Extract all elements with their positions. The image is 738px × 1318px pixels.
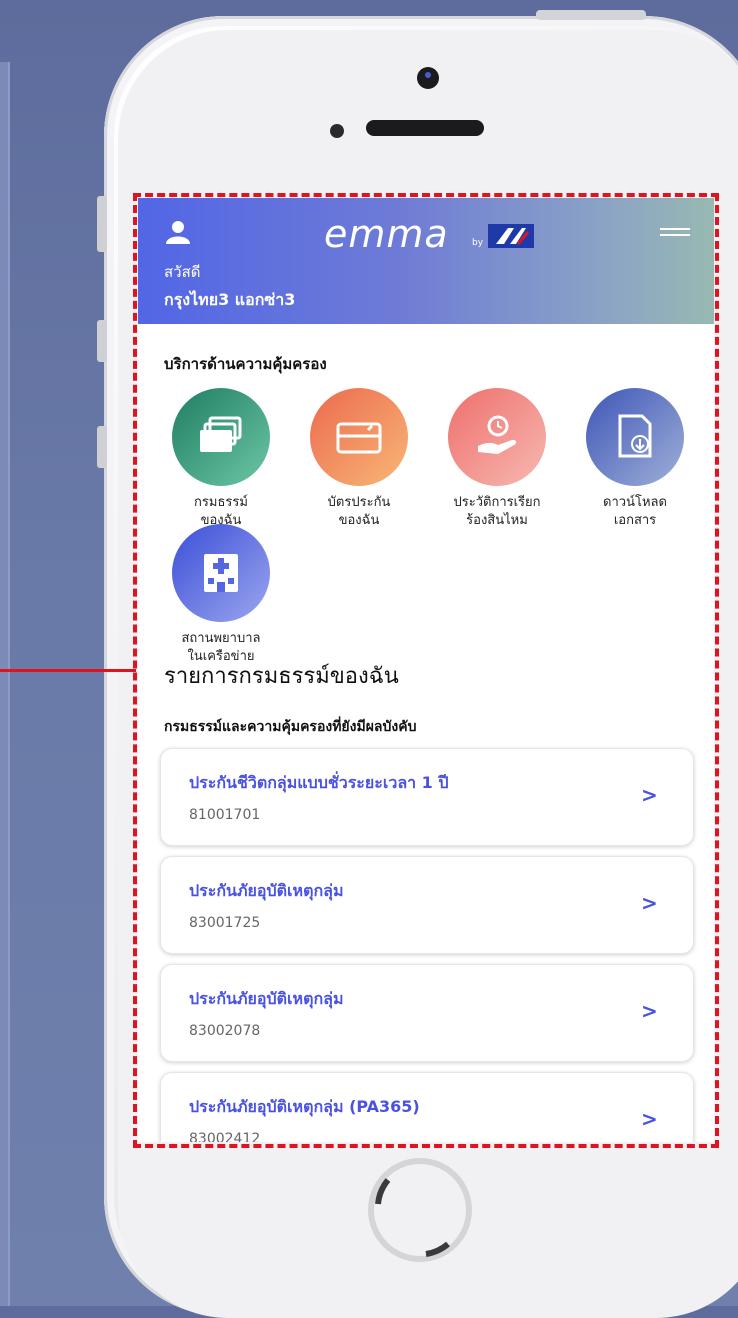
policy-number: 83002078	[189, 1023, 261, 1039]
service-claim-history[interactable]: ประวัติการเรียก ร้องสินไหม	[432, 388, 562, 530]
service-label: บัตรประกัน ของฉัน	[294, 494, 424, 530]
service-label-line1: สถานพยาบาล	[181, 631, 261, 646]
proximity-sensor	[330, 124, 344, 138]
services-title: บริการด้านความคุ้มครอง	[164, 355, 327, 373]
policy-number: 83002412	[189, 1131, 261, 1142]
policy-card[interactable]: ประกันภัยอุบัติเหตุกลุ่ม 83001725 >	[160, 856, 694, 954]
background-panel	[0, 62, 10, 1306]
loading-spinner	[368, 1158, 472, 1262]
service-label-line1: กรมธรรม์	[194, 495, 248, 510]
chevron-right-icon[interactable]: >	[641, 891, 658, 915]
policy-cards-icon	[172, 388, 270, 486]
greeting-text: สวัสดี	[164, 263, 201, 281]
logo-by-label: by	[472, 238, 484, 248]
phone-power-button	[536, 10, 646, 20]
policy-name: ประกันชีวิตกลุ่มแบบชั่วระยะเวลา 1 ปี	[189, 773, 449, 792]
service-my-policy[interactable]: กรมธรรม์ ของฉัน	[156, 388, 286, 530]
service-label: ประวัติการเรียก ร้องสินไหม	[432, 494, 562, 530]
service-download-document[interactable]: ดาวน์โหลด เอกสาร	[570, 388, 700, 530]
phone-volume-down	[97, 426, 107, 468]
chevron-right-icon[interactable]: >	[641, 999, 658, 1023]
app-header: emma by สวัสดี กรุงไทย3 แอกซ่า3	[138, 198, 714, 324]
policy-name: ประกันภัยอุบัติเหตุกลุ่ม	[189, 989, 344, 1008]
axa-logo-icon	[488, 224, 534, 248]
insurance-card-icon	[310, 388, 408, 486]
app-screen: emma by สวัสดี กรุงไทย3 แอกซ่า3 บริการด้…	[138, 198, 714, 1142]
earpiece-speaker	[366, 120, 484, 136]
service-label-line2: เอกสาร	[613, 513, 657, 528]
user-name: กรุงไทย3 แอกซ่า3	[164, 290, 296, 309]
hamburger-menu-icon[interactable]	[660, 228, 690, 242]
service-label-line2: ร้องสินไหม	[466, 513, 528, 528]
service-network-hospital[interactable]: สถานพยาบาล ในเครือข่าย	[156, 524, 286, 666]
app-logo: emma	[324, 212, 449, 256]
service-label: ดาวน์โหลด เอกสาร	[570, 494, 700, 530]
service-label-line1: ประวัติการเรียก	[453, 495, 541, 510]
front-camera	[417, 67, 439, 89]
callout-line	[0, 669, 136, 672]
policy-card[interactable]: ประกันชีวิตกลุ่มแบบชั่วระยะเวลา 1 ปี 810…	[160, 748, 694, 846]
policy-name: ประกันภัยอุบัติเหตุกลุ่ม (PA365)	[189, 1097, 420, 1116]
user-profile-icon[interactable]	[166, 220, 190, 244]
policy-name: ประกันภัยอุบัติเหตุกลุ่ม	[189, 881, 344, 900]
service-label-line2: ของฉัน	[338, 513, 380, 528]
policy-list-subtitle: กรมธรรม์และความคุ้มครองที่ยังมีผลบังคับ	[164, 719, 417, 735]
policy-card[interactable]: ประกันภัยอุบัติเหตุกลุ่ม (PA365) 8300241…	[160, 1072, 694, 1142]
phone-volume-up	[97, 320, 107, 362]
policy-number: 83001725	[189, 915, 261, 931]
download-document-icon	[586, 388, 684, 486]
phone-mute-switch	[97, 196, 107, 252]
service-label-line1: ดาวน์โหลด	[603, 495, 667, 510]
policy-list-title: รายการกรมธรรม์ของฉัน	[164, 664, 399, 689]
chevron-right-icon[interactable]: >	[641, 1107, 658, 1131]
policy-number: 81001701	[189, 807, 261, 823]
hospital-icon	[172, 524, 270, 622]
claim-history-icon	[448, 388, 546, 486]
service-my-insurance-card[interactable]: บัตรประกัน ของฉัน	[294, 388, 424, 530]
service-label-line1: บัตรประกัน	[327, 495, 391, 510]
chevron-right-icon[interactable]: >	[641, 783, 658, 807]
policy-card[interactable]: ประกันภัยอุบัติเหตุกลุ่ม 83002078 >	[160, 964, 694, 1062]
